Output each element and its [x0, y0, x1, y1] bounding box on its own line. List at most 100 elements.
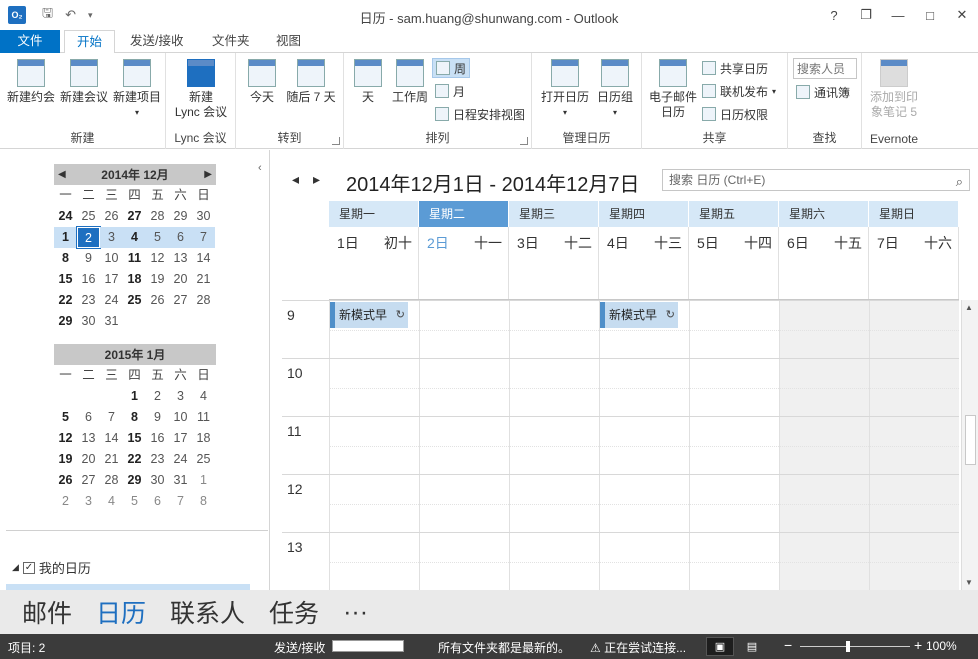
work-week-view-button[interactable]: 工作周	[388, 59, 432, 105]
collapse-pane-icon[interactable]: ‹	[258, 162, 262, 174]
calendar-day[interactable]: 20	[77, 449, 100, 470]
scroll-up-icon[interactable]: ▲	[965, 303, 973, 312]
calendar-day[interactable]: 3	[169, 386, 192, 407]
tab-view[interactable]: 视图	[264, 30, 313, 53]
send-receive-all-icon[interactable]: 🖫	[42, 4, 53, 26]
calendar-day[interactable]: 9	[146, 407, 169, 428]
open-calendar-button[interactable]: 打开日历 ▾	[538, 59, 592, 120]
nav-tasks[interactable]: 任务	[269, 594, 319, 630]
calendar-day[interactable]: 4	[192, 386, 215, 407]
week-view-button[interactable]: 周	[432, 58, 471, 78]
today-button[interactable]: 今天	[242, 59, 282, 105]
calendar-day[interactable]: 17	[169, 428, 192, 449]
nav-calendar[interactable]: 日历	[96, 594, 146, 630]
undo-icon[interactable]: ↶	[65, 7, 76, 23]
calendar-day[interactable]: 7	[169, 491, 192, 512]
calendar-day[interactable]: 14	[100, 428, 123, 449]
calendar-day[interactable]: 12	[146, 248, 169, 269]
day-date-cell[interactable]: 5日 十四	[689, 227, 779, 299]
month-view-button[interactable]: 月	[435, 81, 465, 101]
calendar-day[interactable]: 4	[123, 227, 146, 248]
calendar-day[interactable]: 26	[146, 290, 169, 311]
calendar-day[interactable]: 13	[77, 428, 100, 449]
calendar-day[interactable]: 26	[54, 470, 77, 491]
calendar-day[interactable]: 12	[54, 428, 77, 449]
calendar-day[interactable]: 2	[54, 491, 77, 512]
outlook-app-icon[interactable]: O₂	[8, 6, 26, 24]
nav-more-icon[interactable]: ···	[343, 598, 368, 627]
calendar-day[interactable]: 29	[54, 311, 77, 332]
calendar-day[interactable]: 4	[100, 491, 123, 512]
appointment[interactable]: 新模式早 ↻	[600, 302, 678, 328]
next-month-icon[interactable]: ▶	[204, 169, 212, 180]
calendar-day[interactable]: 15	[54, 269, 77, 290]
calendar-day[interactable]: 3	[100, 227, 123, 248]
calendar-day[interactable]: 9	[77, 248, 100, 269]
day-date-cell[interactable]: 1日 初十	[329, 227, 419, 299]
address-book-button[interactable]: 通讯簿	[796, 82, 850, 102]
calendar-day[interactable]: 21	[100, 449, 123, 470]
calendar-day[interactable]: 30	[77, 311, 100, 332]
calendar-day[interactable]: 7	[100, 407, 123, 428]
checkbox-icon[interactable]: ✓	[22, 561, 35, 574]
calendar-day[interactable]: 8	[192, 491, 215, 512]
dialog-launcher-icon[interactable]	[520, 137, 528, 145]
day-date-cell[interactable]: 4日 十三	[599, 227, 689, 299]
calendar-day[interactable]: 27	[123, 206, 146, 227]
calendar-day[interactable]: 6	[169, 227, 192, 248]
calendar-day[interactable]: 26	[100, 206, 123, 227]
add-to-evernote-button[interactable]: 添加到印 象笔记 5	[864, 59, 924, 120]
calendar-day[interactable]: 8	[54, 248, 77, 269]
day-date-cell[interactable]: 7日 十六	[869, 227, 959, 299]
calendar-day[interactable]: 17	[100, 269, 123, 290]
close-button[interactable]: ✕	[946, 0, 978, 30]
calendar-day[interactable]: 14	[192, 248, 215, 269]
calendar-day[interactable]: 28	[192, 290, 215, 311]
calendar-day[interactable]: 18	[123, 269, 146, 290]
calendar-day[interactable]: 16	[77, 269, 100, 290]
ribbon-display-options-button[interactable]: ❐	[850, 0, 882, 30]
calendar-day[interactable]: 25	[123, 290, 146, 311]
calendar-day[interactable]: 30	[146, 470, 169, 491]
calendar-day[interactable]: 1	[123, 386, 146, 407]
calendar-day[interactable]: 8	[123, 407, 146, 428]
calendar-day[interactable]: 2	[76, 226, 101, 249]
scroll-down-icon[interactable]: ▼	[965, 578, 973, 587]
maximize-button[interactable]: □	[914, 0, 946, 30]
calendar-permissions-button[interactable]: 日历权限	[702, 104, 768, 124]
calendar-day[interactable]: 27	[169, 290, 192, 311]
vertical-scrollbar[interactable]: ▲ ▼	[961, 300, 978, 590]
calendar-day[interactable]: 19	[54, 449, 77, 470]
day-date-cell[interactable]: 3日 十二	[509, 227, 599, 299]
calendar-day[interactable]: 25	[192, 449, 215, 470]
tab-file[interactable]: 文件	[0, 30, 60, 53]
email-calendar-button[interactable]: 电子邮件 日历	[646, 59, 700, 120]
calendar-day[interactable]: 29	[169, 206, 192, 227]
calendar-groups-button[interactable]: 日历组 ▾	[592, 59, 638, 120]
new-lync-meeting-button[interactable]: 新建 Lync 会议	[170, 59, 232, 120]
calendar-day[interactable]: 10	[100, 248, 123, 269]
calendar-day[interactable]: 15	[123, 428, 146, 449]
zoom-slider[interactable]	[800, 641, 910, 652]
expand-icon[interactable]: ◢	[12, 562, 19, 573]
new-meeting-button[interactable]: 新建会议	[57, 59, 111, 105]
calendar-day[interactable]: 22	[54, 290, 77, 311]
minimize-button[interactable]: —	[882, 0, 914, 30]
calendar-day[interactable]: 20	[169, 269, 192, 290]
next-week-icon[interactable]: ▸	[313, 171, 320, 188]
calendar-search-input[interactable]: 搜索 日历 (Ctrl+E) ⌕	[662, 169, 970, 191]
previous-week-icon[interactable]: ◂	[292, 171, 299, 188]
calendar-day[interactable]: 6	[146, 491, 169, 512]
new-items-button[interactable]: 新建项目 ▾	[110, 59, 164, 120]
normal-view-button[interactable]: ▣	[706, 637, 734, 656]
next-7-days-button[interactable]: 随后 7 天	[282, 59, 340, 105]
calendar-day[interactable]: 5	[54, 407, 77, 428]
day-date-cell[interactable]: 6日 十五	[779, 227, 869, 299]
calendar-day[interactable]: 27	[77, 470, 100, 491]
calendar-day[interactable]: 1	[54, 227, 77, 248]
reading-view-button[interactable]: ▤	[738, 637, 766, 656]
calendar-day[interactable]: 19	[146, 269, 169, 290]
zoom-level[interactable]: 100%	[926, 639, 957, 653]
calendar-day[interactable]: 11	[192, 407, 215, 428]
calendar-day[interactable]: 2	[146, 386, 169, 407]
